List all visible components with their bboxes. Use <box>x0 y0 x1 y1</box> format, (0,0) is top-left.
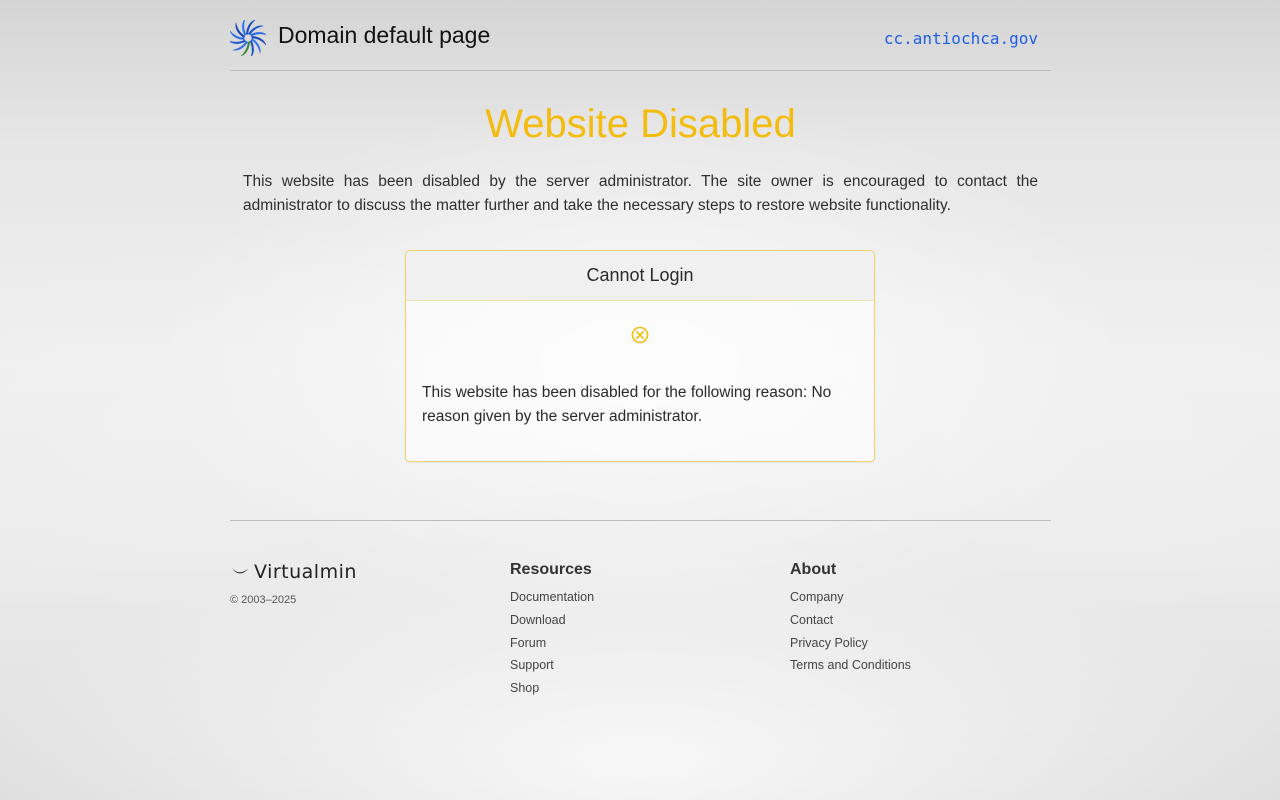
footer-link-terms[interactable]: Terms and Conditions <box>790 658 911 672</box>
footer-link-company[interactable]: Company <box>790 590 844 604</box>
page-container: Domain default page cc.antiochca.gov Web… <box>228 0 1051 695</box>
cannot-login-card: Cannot Login This website has been disab… <box>405 250 875 462</box>
footer-link-documentation[interactable]: Documentation <box>510 590 594 604</box>
virtualmin-logo: Virtualmin <box>232 561 357 583</box>
brand-name: Virtualmin <box>254 561 357 583</box>
about-title: About <box>790 561 837 578</box>
footer-link-support[interactable]: Support <box>510 658 554 672</box>
resources-title: Resources <box>510 561 592 578</box>
virtualmin-brand: Virtualmin <box>230 560 382 584</box>
card-message: This website has been disabled for the f… <box>422 384 832 425</box>
footer-link-shop[interactable]: Shop <box>510 681 539 695</box>
virtualmin-swirl-icon <box>228 18 268 58</box>
about-column: About Company Contact Privacy Policy Ter… <box>790 560 911 677</box>
page-title: Domain default page <box>278 22 491 48</box>
resources-column: Resources Documentation Download Forum S… <box>510 560 594 700</box>
footer-link-privacy-policy[interactable]: Privacy Policy <box>790 636 868 650</box>
card-title: Cannot Login <box>406 251 874 301</box>
footer-link-contact[interactable]: Contact <box>790 613 833 627</box>
footer-link-download[interactable]: Download <box>510 613 566 627</box>
header: Domain default page cc.antiochca.gov <box>228 0 1051 71</box>
footer-divider <box>230 520 1051 521</box>
copyright: © 2003–2025 <box>230 594 297 606</box>
disabled-heading: Website Disabled <box>485 102 796 146</box>
error-circle-x-icon <box>630 325 650 345</box>
footer-link-forum[interactable]: Forum <box>510 636 546 650</box>
domain-link[interactable]: cc.antiochca.gov <box>884 29 1038 48</box>
intro-text: This website has been disabled by the se… <box>243 173 1038 214</box>
